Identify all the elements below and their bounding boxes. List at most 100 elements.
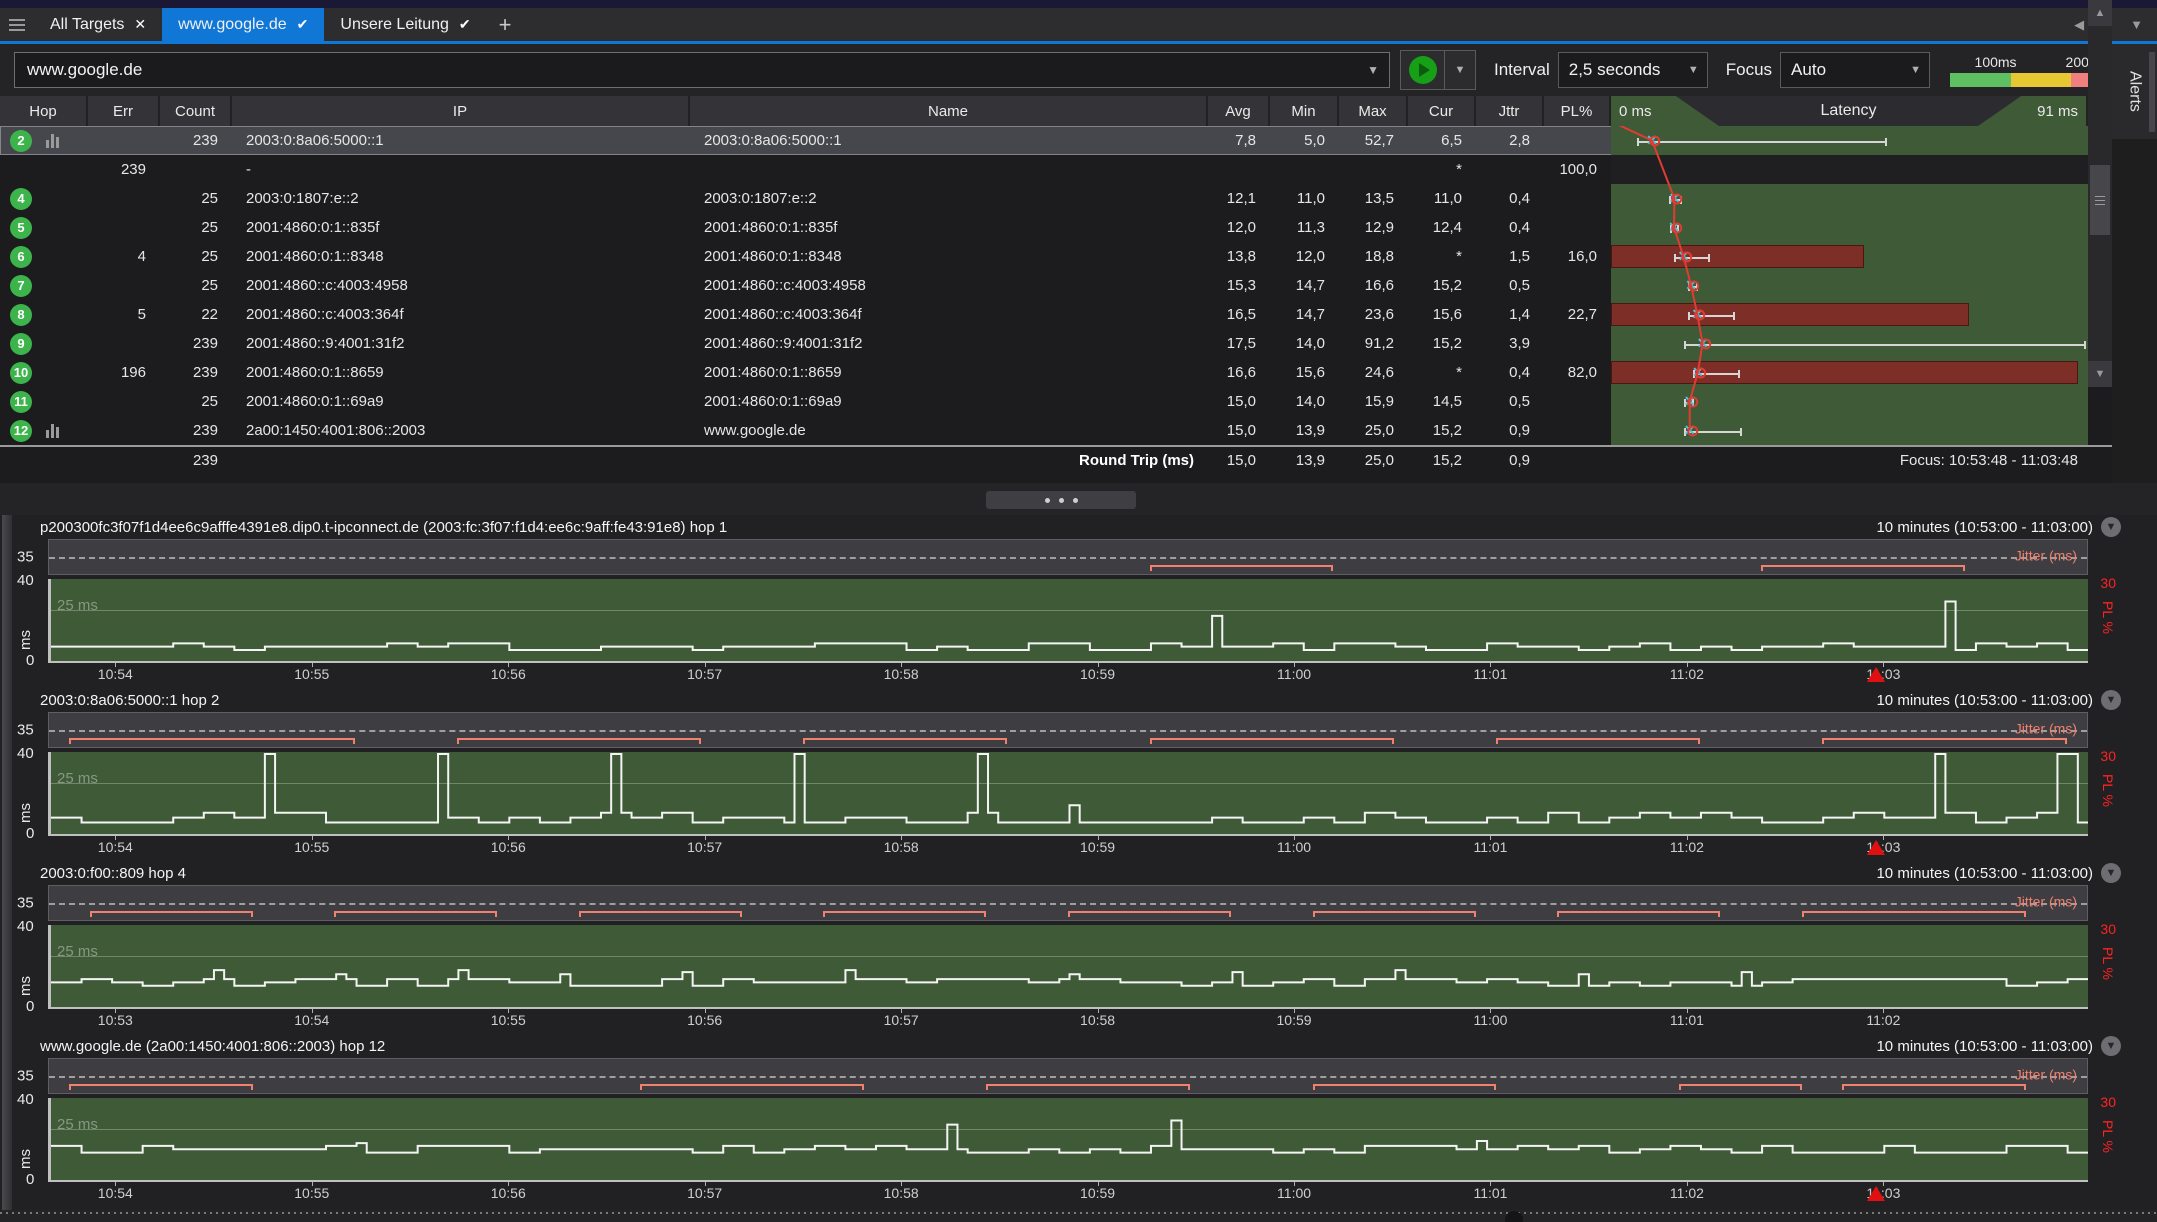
cell-jttr: 2,8 bbox=[1476, 126, 1544, 155]
close-icon[interactable]: ✕ bbox=[134, 16, 146, 33]
alert-triangle-marker[interactable] bbox=[1867, 840, 1885, 855]
cell-pl: 100,0 bbox=[1544, 155, 1611, 184]
latency-plot[interactable]: 25 ms40ms030PL % bbox=[48, 925, 2088, 1009]
cell-avg: 16,5 bbox=[1208, 300, 1270, 329]
latency-plot[interactable]: 25 ms40ms030PL % bbox=[48, 752, 2088, 836]
tab-list-dropdown-icon[interactable]: ▼ bbox=[2130, 17, 2143, 32]
latency-plot[interactable]: 25 ms40ms030PL % bbox=[48, 579, 2088, 663]
latency-graph-cell: ✕ bbox=[1611, 358, 2088, 387]
table-scrollbar[interactable]: ▲ ▼ bbox=[2088, 0, 2112, 387]
cell-name: 2001:4860:0:1::8659 bbox=[690, 358, 1208, 387]
jitter-strip: 35Jitter (ms) bbox=[48, 1058, 2088, 1094]
column-header-avg[interactable]: Avg bbox=[1208, 96, 1270, 126]
table-row-hop-8[interactable]: 85222001:4860::c:4003:364f2001:4860::c:4… bbox=[0, 300, 2112, 329]
bottom-splitter[interactable] bbox=[0, 1210, 2157, 1222]
column-header-hop[interactable]: Hop bbox=[0, 96, 88, 126]
jitter-threshold-line bbox=[49, 730, 2087, 732]
cell-max: 91,2 bbox=[1339, 329, 1408, 358]
jitter-data-segment bbox=[1150, 738, 1395, 744]
collapse-chevron-icon[interactable]: ▼ bbox=[2101, 690, 2121, 710]
hop-number-badge: 12 bbox=[10, 420, 32, 442]
bottom-splitter-notch[interactable] bbox=[1505, 1211, 1523, 1222]
jitter-axis-label: 35 bbox=[17, 549, 34, 566]
jitter-label: Jitter (ms) bbox=[2015, 893, 2077, 909]
jitter-label: Jitter (ms) bbox=[2015, 720, 2077, 736]
cell-max: 16,6 bbox=[1339, 271, 1408, 300]
table-row-hop-5[interactable]: 5252001:4860:0:1::835f2001:4860:0:1::835… bbox=[0, 213, 2112, 242]
cell-pl bbox=[1544, 213, 1611, 242]
play-button[interactable] bbox=[1401, 51, 1445, 89]
summary-cell: 15,2 bbox=[1408, 447, 1476, 474]
table-row-hop-12[interactable]: 122392a00:1450:4001:806::2003www.google.… bbox=[0, 416, 2112, 445]
target-input[interactable]: www.google.de ▼ bbox=[14, 52, 1390, 88]
column-header-pl[interactable]: PL% bbox=[1544, 96, 1611, 126]
column-header-min[interactable]: Min bbox=[1270, 96, 1339, 126]
time-tick-label: 11:01 bbox=[1473, 666, 1507, 682]
table-row-hop-10[interactable]: 101962392001:4860:0:1::86592001:4860:0:1… bbox=[0, 358, 2112, 387]
jitter-data-segment bbox=[640, 1084, 864, 1090]
play-options-dropdown[interactable]: ▼ bbox=[1445, 51, 1475, 89]
tab-www-google-de[interactable]: www.google.de ✔ bbox=[162, 8, 324, 41]
table-row-hop-7[interactable]: 7252001:4860::c:4003:49582001:4860::c:40… bbox=[0, 271, 2112, 300]
column-header-jttr[interactable]: Jttr bbox=[1476, 96, 1544, 126]
average-latency-ring bbox=[1688, 280, 1699, 291]
tab-label: All Targets bbox=[50, 16, 124, 34]
column-header-ip[interactable]: IP bbox=[232, 96, 690, 126]
table-row-hop-2[interactable]: 22392003:0:8a06:5000::12003:0:8a06:5000:… bbox=[0, 126, 2112, 155]
bar-chart-icon[interactable] bbox=[46, 424, 59, 438]
collapse-chevron-icon[interactable]: ▼ bbox=[2101, 1036, 2121, 1056]
tab-all-targets[interactable]: All Targets ✕ bbox=[34, 8, 162, 41]
new-tab-button[interactable]: + bbox=[487, 8, 524, 41]
column-header-cur[interactable]: Cur bbox=[1408, 96, 1476, 126]
scroll-up-icon[interactable]: ▲ bbox=[2088, 0, 2112, 26]
column-header-err[interactable]: Err bbox=[88, 96, 160, 126]
table-row-hop-11[interactable]: 11252001:4860:0:1::69a92001:4860:0:1::69… bbox=[0, 387, 2112, 416]
table-row-hop-6[interactable]: 64252001:4860:0:1::83482001:4860:0:1::83… bbox=[0, 242, 2112, 271]
time-tick-label: 10:56 bbox=[491, 666, 526, 682]
alert-triangle-marker[interactable] bbox=[1867, 667, 1885, 682]
cell-max: 24,6 bbox=[1339, 358, 1408, 387]
latency-range-whisker bbox=[1684, 344, 2085, 346]
table-row-hop-9[interactable]: 92392001:4860::9:4001:31f22001:4860::9:4… bbox=[0, 329, 2112, 358]
table-header-row: HopErrCountIPNameAvgMinMaxCurJttrPL%0 ms… bbox=[0, 96, 2112, 126]
focus-select[interactable]: Auto ▼ bbox=[1780, 52, 1930, 88]
column-header-name[interactable]: Name bbox=[690, 96, 1208, 126]
column-header-count[interactable]: Count bbox=[160, 96, 232, 126]
tab-scroll-left-icon[interactable]: ◀ bbox=[2074, 17, 2084, 33]
time-axis: 10:5410:5510:5610:5710:5810:5911:0011:01… bbox=[48, 663, 2088, 687]
collapse-chevron-icon[interactable]: ▼ bbox=[2101, 517, 2121, 537]
jitter-label: Jitter (ms) bbox=[2015, 1066, 2077, 1082]
alerts-scrollbar[interactable] bbox=[2149, 52, 2155, 132]
alert-triangle-marker[interactable] bbox=[1867, 1186, 1885, 1201]
scrollbar-thumb[interactable] bbox=[2090, 165, 2110, 235]
panel-splitter[interactable] bbox=[0, 483, 2157, 515]
splitter-handle[interactable] bbox=[986, 491, 1136, 509]
graph-title: www.google.de (2a00:1450:4001:806::2003)… bbox=[40, 1038, 385, 1055]
timeline-left-scrollbar[interactable] bbox=[2, 515, 12, 1210]
tab-label: Unsere Leitung bbox=[340, 16, 449, 34]
average-latency-ring bbox=[1681, 251, 1692, 262]
tab-unsere-leitung[interactable]: Unsere Leitung ✔ bbox=[324, 8, 486, 41]
pl-axis-label: PL % bbox=[2100, 774, 2116, 807]
time-tick-label: 11:01 bbox=[1670, 1012, 1704, 1028]
interval-select[interactable]: 2,5 seconds ▼ bbox=[1558, 52, 1708, 88]
bar-chart-icon[interactable] bbox=[46, 134, 59, 148]
scroll-down-icon[interactable]: ▼ bbox=[2088, 361, 2112, 387]
column-header-latency[interactable]: 0 msLatency91 ms bbox=[1611, 96, 2088, 126]
latency-plot[interactable]: 25 ms40ms030PL % bbox=[48, 1098, 2088, 1182]
average-latency-ring bbox=[1700, 338, 1711, 349]
column-header-max[interactable]: Max bbox=[1339, 96, 1408, 126]
trace-table: HopErrCountIPNameAvgMinMaxCurJttrPL%0 ms… bbox=[0, 96, 2112, 483]
table-row-hop-4[interactable]: 4252003:0:1807:e::22003:0:1807:e::212,11… bbox=[0, 184, 2112, 213]
cell-jttr: 1,4 bbox=[1476, 300, 1544, 329]
y-axis-max: 40 bbox=[17, 745, 34, 762]
table-row-hop-lost[interactable]: 239-*100,0 bbox=[0, 155, 2112, 184]
cell-pl bbox=[1544, 329, 1611, 358]
chevron-down-icon[interactable]: ▼ bbox=[1367, 63, 1379, 77]
latency-graph-cell: ✕ bbox=[1611, 126, 2088, 155]
hamburger-menu-icon[interactable] bbox=[0, 8, 34, 41]
collapse-chevron-icon[interactable]: ▼ bbox=[2101, 863, 2121, 883]
jitter-strip: 35Jitter (ms) bbox=[48, 712, 2088, 748]
hop-cell: 8 bbox=[0, 300, 88, 329]
jitter-data-segment bbox=[1679, 1084, 1801, 1090]
